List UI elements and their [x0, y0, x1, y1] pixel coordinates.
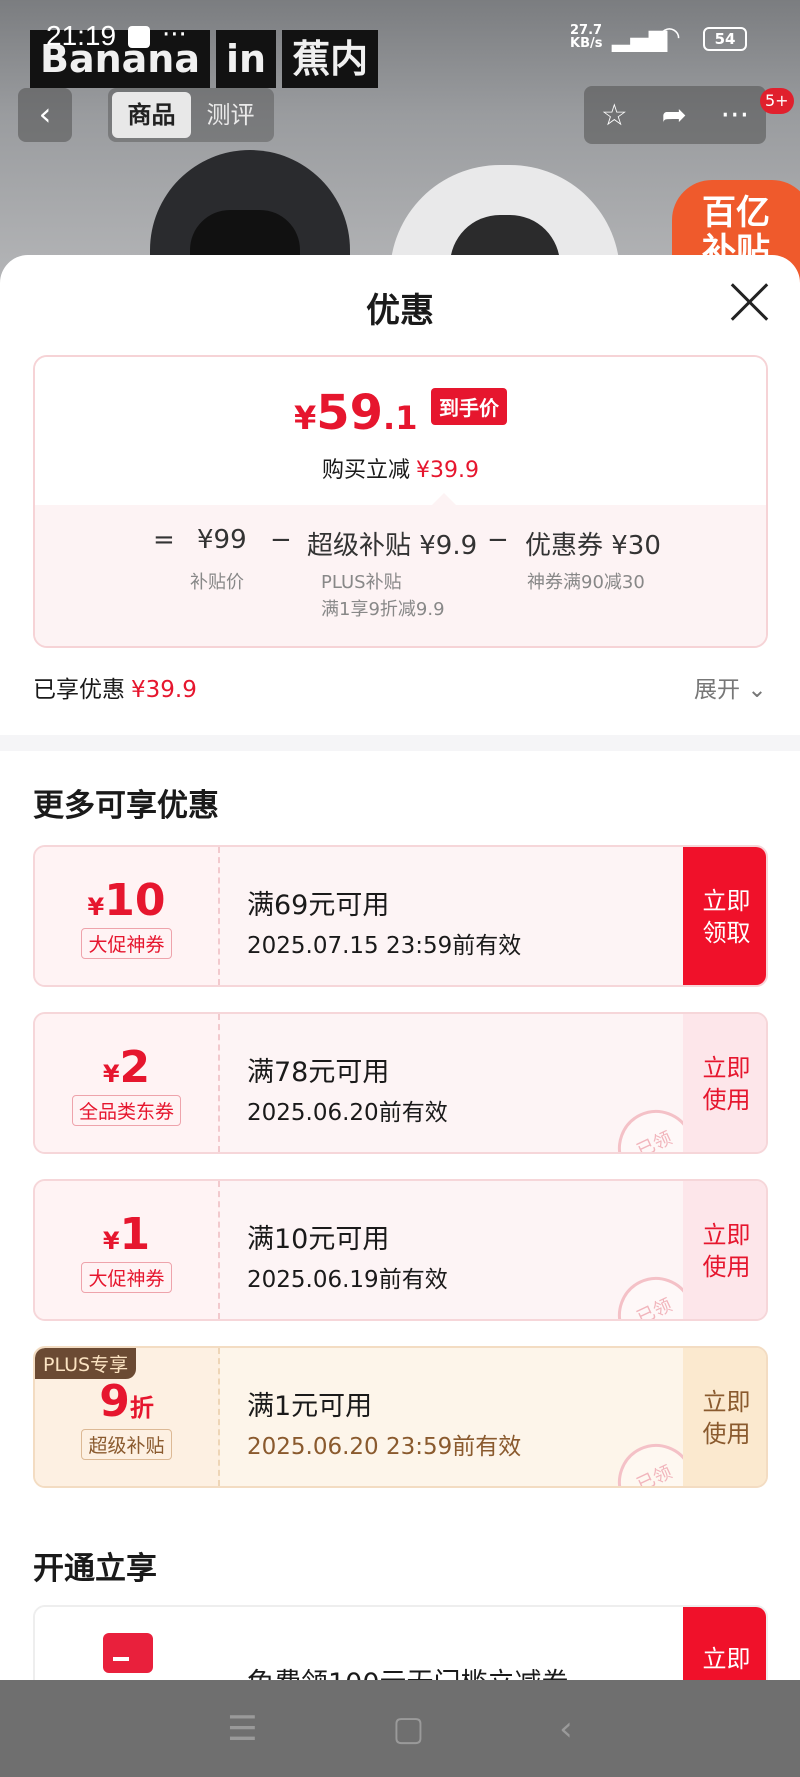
pointer-caret — [432, 493, 456, 505]
top-actions: ☆ ➦ ··· — [584, 86, 766, 144]
subsidy-note-detail: 满1享9折减9.9 — [321, 599, 445, 620]
coupon-type-tag: 大促神券 — [81, 928, 172, 959]
use-coupon-button[interactable]: 立即 使用 — [683, 1014, 766, 1152]
activate-button[interactable]: 立即 — [683, 1607, 766, 1685]
base-price-note: 补贴价 — [190, 572, 244, 593]
final-price: ¥59.1 到手价 — [35, 385, 766, 441]
coupon-type-tag: 超级补贴 — [81, 1429, 172, 1460]
home-icon[interactable]: ▢ — [392, 1709, 424, 1749]
coupon-amount: 2 — [119, 1042, 151, 1093]
battery-icon: 54 — [703, 27, 747, 51]
enjoyed-discount: 已享优惠 ¥39.9 — [33, 670, 197, 704]
coupon-condition: 满78元可用 — [247, 1057, 390, 1088]
close-icon[interactable] — [728, 281, 770, 323]
coupon-currency: ¥ — [102, 1060, 120, 1088]
menu-icon[interactable]: ☰ — [227, 1709, 257, 1749]
coupon-note: 神券满90减30 — [527, 572, 645, 593]
favorite-star-icon[interactable]: ☆ — [601, 98, 628, 133]
plus-coupon-card: 9折 超级补贴 PLUS专享 满1元可用 2025.06.20 23:59前有效… — [33, 1346, 768, 1488]
app-notification-icon — [128, 26, 150, 48]
coupon-currency: ¥ — [102, 1227, 120, 1255]
product-tabs: 商品 测评 — [108, 88, 274, 142]
final-price-currency: ¥ — [293, 399, 317, 437]
coupon-expiry: 2025.07.15 23:59前有效 — [247, 933, 522, 959]
coupon-condition: 满1元可用 — [247, 1391, 373, 1422]
status-bar: 21:19 ··· 27.7 KB/s ▂▄▆ ◠ 54 — [0, 0, 800, 70]
coupon-expiry: 2025.06.20 23:59前有效 — [247, 1434, 522, 1460]
tab-product[interactable]: 商品 — [112, 92, 191, 138]
share-icon[interactable]: ➦ — [662, 98, 687, 133]
formula-equals: = — [153, 525, 175, 555]
system-nav-bar: ☰ ▢ ‹ — [0, 1680, 800, 1777]
tab-review[interactable]: 测评 — [191, 92, 270, 138]
more-icon[interactable]: ··· — [721, 98, 750, 133]
use-coupon-button[interactable]: 立即 使用 — [683, 1348, 766, 1486]
formula-minus: − — [270, 525, 292, 555]
use-coupon-button[interactable]: 立即 使用 — [683, 1181, 766, 1319]
reduction-label: 购买立减 — [322, 458, 411, 483]
coupon-type-tag: 全品类东券 — [71, 1095, 181, 1126]
coupon-expiry: 2025.06.20前有效 — [247, 1100, 448, 1126]
net-speed: 27.7 KB/s — [570, 23, 603, 51]
section-divider — [0, 735, 800, 751]
coupon-amount: 1 — [119, 1209, 151, 1260]
final-price-tag: 到手价 — [431, 388, 508, 425]
back-icon[interactable]: ‹ — [559, 1709, 573, 1749]
status-time: 21:19 — [46, 20, 117, 51]
final-price-integer: 59 — [316, 385, 384, 441]
coupon-discount-unit: 折 — [129, 1394, 154, 1422]
claim-coupon-button[interactable]: 立即 领取 — [683, 847, 766, 985]
chevron-down-icon: ⌄ — [747, 677, 767, 703]
coupon-condition: 满69元可用 — [247, 890, 390, 921]
price-formula: = ¥99 − 超级补贴 ¥9.9 − 优惠券 ¥30 补贴价 PLUS补贴 满… — [35, 505, 766, 646]
membership-offer-card: 免费领100元无门槛立减券 立即 — [33, 1605, 768, 1685]
expand-toggle[interactable]: 展开 ⌄ — [694, 670, 767, 704]
coupon-discount-value: 9 — [99, 1376, 130, 1427]
coupon-currency: ¥ — [87, 893, 105, 921]
reduction-amount: ¥39.9 — [416, 458, 479, 483]
price-breakdown-card: ¥59.1 到手价 购买立减 ¥39.9 = ¥99 − 超级补贴 ¥9.9 − … — [33, 355, 768, 648]
coupon-expiry: 2025.06.19前有效 — [247, 1267, 448, 1293]
final-price-decimal: .1 — [383, 399, 418, 437]
wifi-icon: ◠ — [658, 22, 681, 52]
more-offers-title: 更多可享优惠 — [33, 788, 219, 824]
open-membership-title: 开通立享 — [33, 1551, 157, 1587]
credit-card-icon — [103, 1633, 153, 1673]
coupon-amount: 10 — [104, 875, 166, 926]
expand-label: 展开 — [694, 677, 740, 703]
discount-sheet: 优惠 ¥59.1 到手价 购买立减 ¥39.9 = ¥99 − 超级补贴 ¥9.9… — [0, 255, 800, 1685]
enjoyed-amount: ¥39.9 — [131, 677, 197, 703]
coupon-condition: 满10元可用 — [247, 1224, 390, 1255]
coupon-card: ¥2 全品类东券 满78元可用 2025.06.20前有效 已领 立即 使用 — [33, 1012, 768, 1154]
enjoyed-label: 已享优惠 — [33, 677, 125, 703]
subsidy-note: PLUS补贴 — [321, 572, 402, 593]
status-more: ··· — [162, 20, 187, 50]
coupon-type-tag: 大促神券 — [81, 1262, 172, 1293]
formula-base-price: ¥99 — [197, 525, 247, 555]
coupon-card: ¥1 大促神券 满10元可用 2025.06.19前有效 已领 立即 使用 — [33, 1179, 768, 1321]
formula-minus: − — [487, 525, 509, 555]
message-badge: 5+ — [760, 88, 794, 114]
sheet-title: 优惠 — [366, 291, 434, 331]
formula-coupon: 优惠券 ¥30 — [525, 531, 661, 561]
purchase-reduction: 购买立减 ¥39.9 — [35, 452, 766, 484]
back-button[interactable]: ‹ — [18, 88, 72, 142]
coupon-card: ¥10 大促神券 满69元可用 2025.07.15 23:59前有效 立即 领… — [33, 845, 768, 987]
plus-exclusive-tag: PLUS专享 — [35, 1348, 137, 1379]
formula-subsidy: 超级补贴 ¥9.9 — [307, 531, 478, 561]
